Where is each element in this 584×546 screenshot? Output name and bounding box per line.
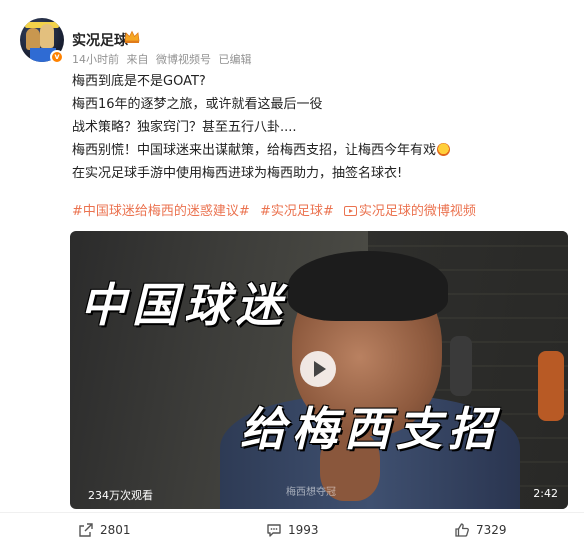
repost-button[interactable]: 2801 <box>78 520 131 540</box>
author-name[interactable]: 实况足球 <box>72 30 128 50</box>
edited-label: 已编辑 <box>218 53 252 66</box>
post-text: 梅西到底是不是GOAT? 梅西16年的逐梦之旅，或许就看这最后一役 战术策略？独… <box>72 70 572 185</box>
post-meta: 14小时前 来自 微博视频号 已编辑 <box>72 51 256 67</box>
post-line: 战术策略？独家窍门？甚至五行八卦.... <box>72 120 297 135</box>
source-prefix: 来自 <box>126 53 149 66</box>
video-watermark: 梅西想夺冠 <box>286 487 336 498</box>
video-link-icon <box>343 206 357 216</box>
divider <box>0 512 584 513</box>
video-source-link[interactable]: 实况足球的微博视频 <box>343 204 476 219</box>
vip-crown-icon <box>124 30 140 43</box>
comment-button[interactable]: 1993 <box>266 520 319 540</box>
topic-tag[interactable]: #中国球迷给梅西的迷惑建议# <box>72 204 250 219</box>
comment-count: 1993 <box>288 523 319 537</box>
weibo-post-card: v 实况足球 14小时前 来自 微博视频号 已编辑 梅西到底是不是GOAT? 梅… <box>0 0 584 546</box>
post-source[interactable]: 微博视频号 <box>156 53 211 66</box>
repost-icon <box>79 523 93 537</box>
emoji-icon <box>437 143 451 156</box>
video-source-label: 实况足球的微博视频 <box>358 204 476 219</box>
thumbs-up-icon <box>455 523 469 537</box>
like-button[interactable]: 7329 <box>454 520 507 540</box>
like-count: 7329 <box>476 523 507 537</box>
video-caption-bottom: 给梅西支招 <box>240 402 500 456</box>
post-line: 在实况足球手游中使用梅西进球为梅西助力，抽签名球衣! <box>72 166 403 181</box>
video-player[interactable]: 中国球迷 给梅西支招 梅西想夺冠 234万次观看 2:42 <box>70 231 568 509</box>
post-line: 梅西到底是不是GOAT? <box>72 74 206 89</box>
topic-tags: #中国球迷给梅西的迷惑建议# #实况足球# 实况足球的微博视频 <box>72 200 476 219</box>
comment-icon <box>267 524 281 537</box>
play-icon[interactable] <box>300 351 336 387</box>
topic-tag[interactable]: #实况足球# <box>260 204 334 219</box>
verified-badge-icon: v <box>50 50 64 64</box>
video-duration: 2:42 <box>533 487 558 500</box>
video-caption-top: 中国球迷 <box>80 278 288 332</box>
post-line: 梅西16年的逐梦之旅，或许就看这最后一役 <box>72 97 323 112</box>
post-line: 梅西别慌！中国球迷来出谋献策，给梅西支招，让梅西今年有戏 <box>72 143 437 158</box>
repost-count: 2801 <box>100 523 131 537</box>
view-count: 234万次观看 <box>88 489 153 502</box>
post-line-with-emoji: 梅西别慌！中国球迷来出谋献策，给梅西支招，让梅西今年有戏 <box>72 139 572 162</box>
post-time[interactable]: 14小时前 <box>72 53 119 66</box>
